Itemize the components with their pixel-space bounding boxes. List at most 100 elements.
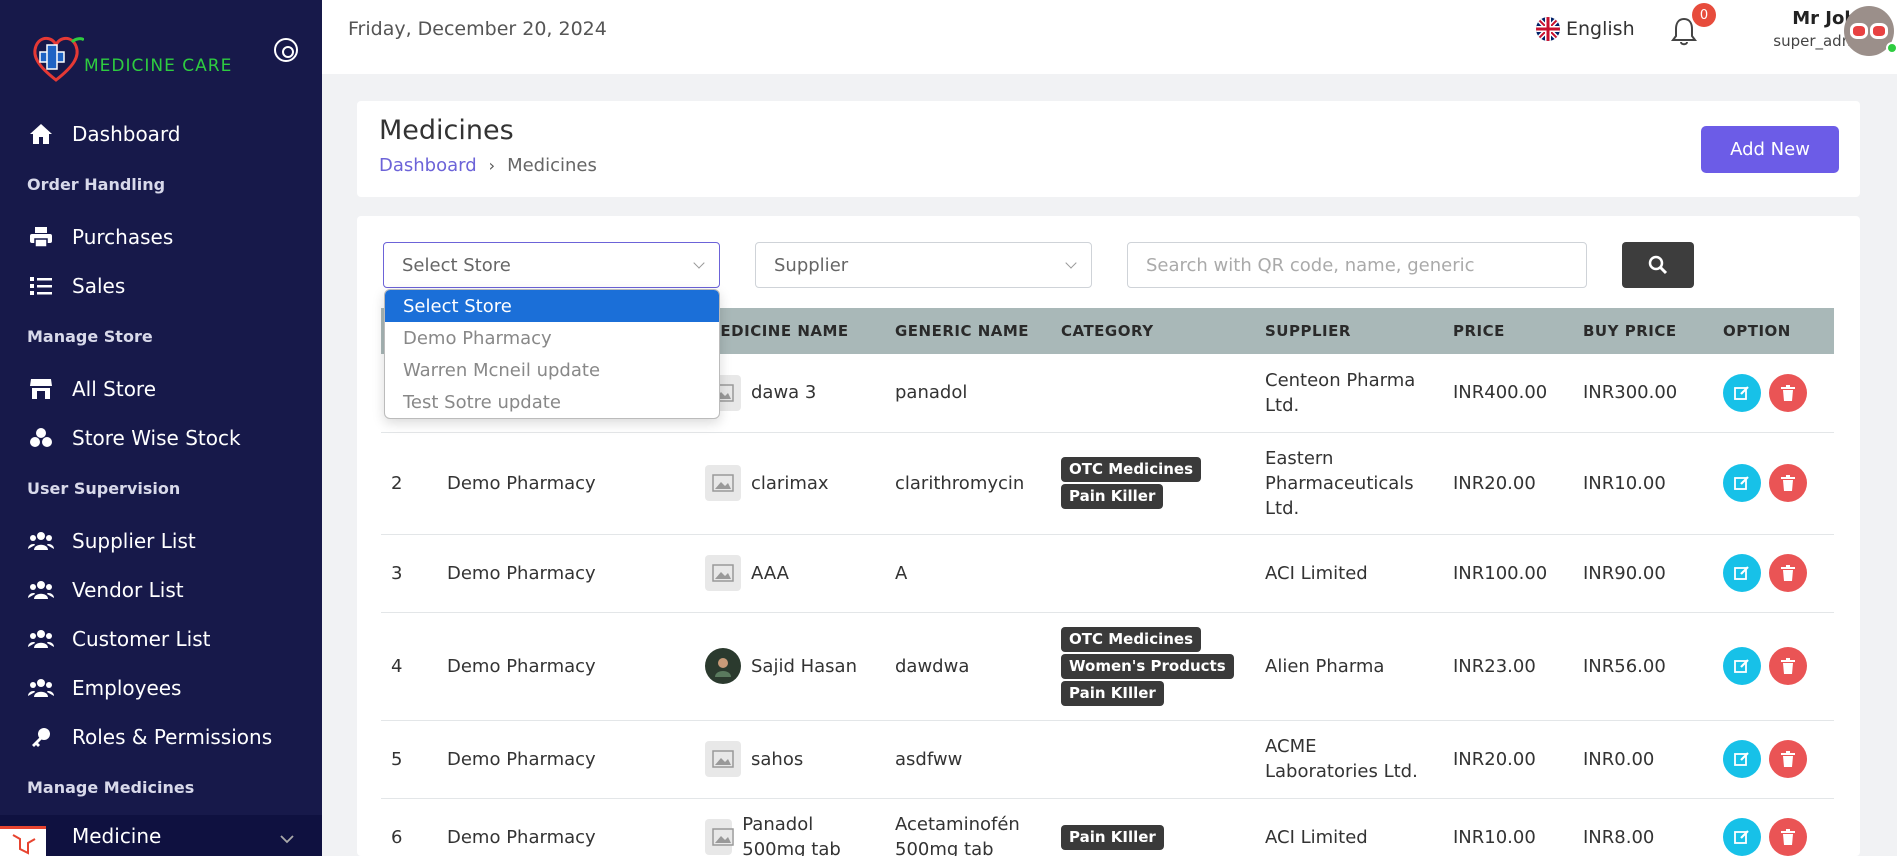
sidebar-item-supplier-list[interactable]: Supplier List [28,523,196,559]
supplier-select-value: Supplier [774,254,849,276]
sidebar-item-store-wise-stock[interactable]: Store Wise Stock [28,420,241,456]
sidebar-item-employees[interactable]: Employees [28,670,181,706]
delete-button[interactable] [1769,554,1807,592]
sidebar-item-customer-list[interactable]: Customer List [28,621,210,657]
store-select-value: Select Store [402,254,511,276]
edit-button[interactable] [1723,740,1761,778]
delete-button[interactable] [1769,464,1807,502]
category-tag: Pain KIller [1061,680,1164,706]
column-header: SUPPLIER [1265,322,1351,340]
delete-button[interactable] [1769,818,1807,856]
column-header: GENERIC NAME [895,322,1030,340]
trash-icon [1781,384,1795,401]
column-header: MEDICINE NAME [705,322,849,340]
chevron-down-icon [1065,257,1077,269]
row-number: 2 [381,432,437,535]
image-placeholder-icon [705,465,741,501]
sidebar-toggle-icon[interactable] [274,38,298,62]
trash-icon [1781,829,1795,845]
price: INR20.00 [1443,720,1573,799]
buy-price: INR56.00 [1573,612,1713,721]
edit-icon [1734,476,1749,490]
buy-price: INR8.00 [1573,798,1713,856]
image-placeholder-icon [705,555,741,591]
avatar-eye-right [1870,23,1888,39]
boxes-icon [28,425,54,451]
trash-icon [1781,751,1795,767]
sidebar-item-label: All Store [72,377,157,401]
generic-name: asdfww [885,720,1051,799]
sidebar-item-label: Supplier List [72,529,196,553]
supplier-name: Alien Pharma [1255,612,1443,721]
sidebar-item-all-store[interactable]: All Store [28,371,156,407]
row-number: 6 [381,798,437,856]
page-header: Medicines Dashboard › Medicines Add New [357,101,1860,197]
trash-icon [1781,658,1795,674]
sidebar-section-order: Order Handling [27,175,166,194]
category-tag: Pain Killer [1061,484,1164,509]
users-icon [28,528,54,554]
add-new-button[interactable]: Add New [1701,126,1839,173]
category-tag: OTC Medicines [1061,457,1202,482]
online-status-dot [1886,42,1897,54]
price: INR20.00 [1443,432,1573,535]
buy-price: INR90.00 [1573,534,1713,613]
table-row: 4 Demo Pharmacy Sajid Hasan dawdwa OTC M… [381,612,1834,721]
store-icon [28,376,54,402]
store-option[interactable]: Demo Pharmacy [385,322,719,354]
column-header: CATEGORY [1061,322,1154,340]
price: INR400.00 [1443,354,1573,433]
edit-button[interactable] [1723,373,1761,412]
edit-button[interactable] [1723,554,1761,592]
store-option[interactable]: Test Sotre update [385,386,719,418]
row-number: 3 [381,534,437,613]
brand-name: MEDICINE CARE [84,56,233,76]
search-button[interactable] [1622,242,1694,288]
breadcrumb-dashboard-link[interactable]: Dashboard [379,155,477,176]
generic-name: clarithromycin [885,432,1051,535]
supplier-name: ACME Laboratories Ltd. [1255,720,1443,799]
medicine-name: sahos [751,748,804,770]
users-icon [28,577,54,603]
store-option[interactable]: Select Store [385,290,719,322]
column-header: BUY PRICE [1583,322,1677,340]
home-icon [28,121,54,147]
delete-button[interactable] [1769,373,1807,412]
sidebar-item-purchases[interactable]: Purchases [28,219,173,255]
notification-badge: 0 [1692,3,1716,27]
delete-button[interactable] [1769,647,1807,685]
brand-logo[interactable]: MEDICINE CARE [28,30,232,86]
sidebar-item-dashboard[interactable]: Dashboard [28,116,181,152]
chevron-down-icon [693,257,705,269]
chevron-right-icon: › [488,156,496,175]
supplier-select[interactable]: Supplier [755,242,1092,288]
generic-name: A [885,534,1051,613]
store-name: Demo Pharmacy [437,534,695,613]
sidebar-item-label: Purchases [72,225,174,249]
edit-button[interactable] [1723,647,1761,685]
medical-cross-heart-icon [28,30,86,86]
buy-price: INR300.00 [1573,354,1713,433]
medicine-name: Sajid Hasan [751,655,857,677]
language-selector[interactable]: English [1536,17,1635,41]
search-input[interactable] [1127,242,1587,288]
category-tag: OTC Medicines [1061,626,1202,652]
sidebar-item-label: Medicine [72,824,162,848]
edit-button[interactable] [1723,464,1761,502]
generic-name: dawdwa [885,612,1051,721]
edit-button[interactable] [1723,818,1761,856]
printer-icon [28,224,54,250]
sidebar-item-label: Employees [72,676,182,700]
category-cell [1051,720,1255,799]
store-select[interactable]: Select Store [383,242,720,288]
medicine-name: dawa 3 [751,382,817,404]
sidebar-item-sales[interactable]: Sales [28,268,125,304]
delete-button[interactable] [1769,740,1807,778]
sidebar-section-user: User Supervision [27,479,181,498]
sidebar-item-vendor-list[interactable]: Vendor List [28,572,184,608]
sidebar-item-roles-permissions[interactable]: Roles & Permissions [28,719,272,755]
sidebar-item-label: Roles & Permissions [72,725,273,749]
sidebar-item-medicine[interactable]: Medicine [0,815,322,856]
medicine-name: Panadol 500mg tab [742,814,841,856]
store-option[interactable]: Warren Mcneil update [385,354,719,386]
